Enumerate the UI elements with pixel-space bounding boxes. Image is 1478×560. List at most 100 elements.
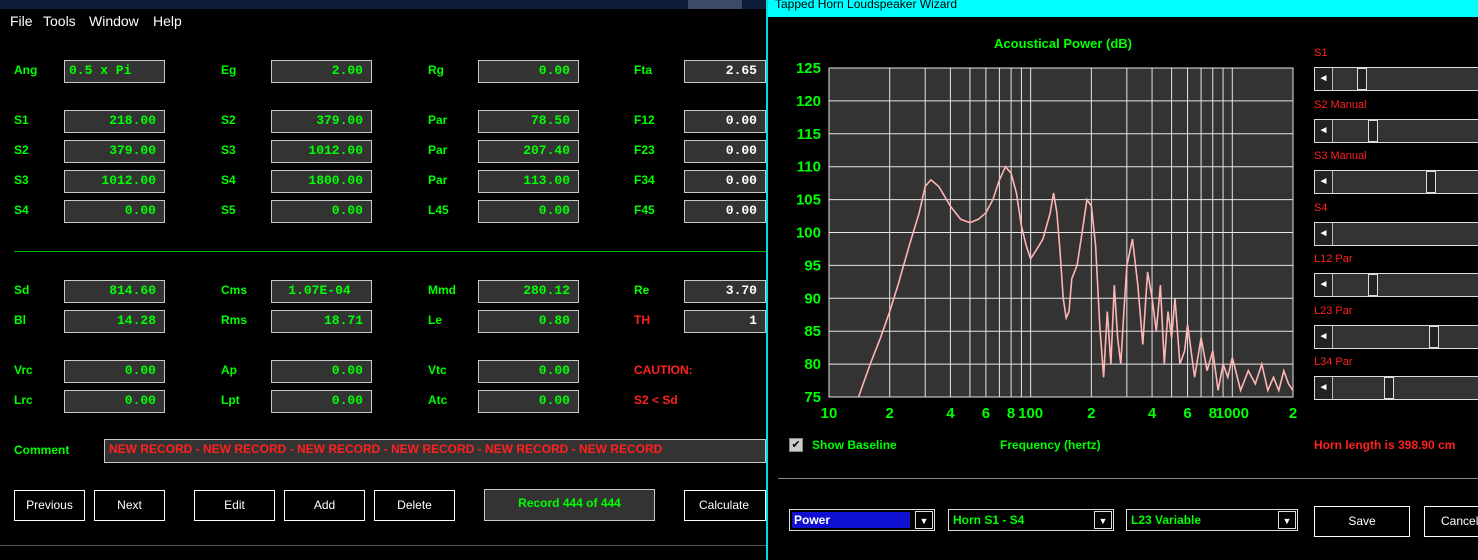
left-arrow-icon[interactable]: ◄ [1315, 171, 1333, 193]
x-tick-label: 6 [1183, 405, 1191, 422]
save-button[interactable]: Save [1314, 506, 1410, 537]
app-titlebar [0, 0, 766, 9]
label-lpt: Lpt [221, 393, 240, 407]
cancel-button[interactable]: Cancel [1424, 506, 1478, 537]
delete-button[interactable]: Delete [374, 490, 455, 521]
field-f12[interactable]: 0.00 [684, 110, 766, 133]
slider-thumb[interactable] [1383, 377, 1394, 399]
slider-thumb[interactable] [1428, 325, 1439, 348]
field-fta[interactable]: 2.65 [684, 60, 766, 83]
field-eg[interactable]: 2.00 [271, 60, 372, 83]
field-s3[interactable]: 1012.00 [271, 140, 372, 163]
slider-3[interactable]: ◄ [1314, 221, 1478, 246]
left-arrow-icon[interactable]: ◄ [1315, 119, 1333, 142]
x-tick-label: 8 [1007, 405, 1015, 422]
field-ang[interactable]: 0.5 x Pi [64, 60, 165, 83]
field-f34[interactable]: 0.00 [684, 170, 766, 193]
field-vrc[interactable]: 0.00 [64, 360, 165, 383]
label-f12: F12 [634, 113, 655, 127]
menu-window[interactable]: Window [89, 13, 139, 29]
label-f34: F34 [634, 173, 655, 187]
field-s4b[interactable]: 0.00 [64, 200, 165, 223]
x-tick-label: 2 [886, 405, 894, 422]
field-re[interactable]: 3.70 [684, 280, 766, 303]
divider [14, 251, 766, 252]
horn-select-value: Horn S1 - S4 [953, 513, 1025, 527]
slider-1[interactable]: ◄ [1314, 118, 1478, 143]
slider-6[interactable]: ◄ [1314, 376, 1478, 400]
l23-select[interactable]: L23 Variable ▼ [1126, 509, 1298, 531]
slider-2[interactable]: ◄ [1314, 170, 1478, 194]
field-sd[interactable]: 814.60 [64, 280, 165, 303]
wizard-divider [778, 478, 1478, 479]
comment-field[interactable]: NEW RECORD - NEW RECORD - NEW RECORD - N… [104, 439, 766, 463]
field-l45[interactable]: 0.00 [478, 200, 579, 223]
y-tick-label: 115 [797, 126, 821, 143]
field-rg[interactable]: 0.00 [478, 60, 579, 83]
slider-thumb[interactable] [1368, 119, 1379, 142]
caution-message: S2 < Sd [634, 393, 678, 407]
field-th[interactable]: 1 [684, 310, 766, 333]
field-bl[interactable]: 14.28 [64, 310, 165, 333]
menu-help[interactable]: Help [153, 13, 182, 29]
field-f23[interactable]: 0.00 [684, 140, 766, 163]
field-s3b[interactable]: 1012.00 [64, 170, 165, 193]
left-arrow-icon[interactable]: ◄ [1315, 325, 1333, 348]
label-par2: Par [428, 143, 448, 157]
titlebar-button[interactable] [688, 0, 742, 9]
field-par2[interactable]: 207.40 [478, 140, 579, 163]
field-ap[interactable]: 0.00 [271, 360, 372, 383]
frequency-label: Frequency (hertz) [1000, 438, 1101, 452]
field-s2[interactable]: 379.00 [271, 110, 372, 133]
horn-select[interactable]: Horn S1 - S4 ▼ [948, 509, 1114, 531]
show-baseline-checkbox[interactable]: ✔ [789, 438, 803, 452]
chevron-down-icon[interactable]: ▼ [1278, 511, 1296, 529]
field-s4[interactable]: 1800.00 [271, 170, 372, 193]
caution-label: CAUTION: [634, 363, 693, 377]
power-select[interactable]: Power ▼ [789, 509, 935, 531]
power-select-value: Power [792, 512, 910, 528]
label-lrc: Lrc [14, 393, 33, 407]
left-arrow-icon[interactable]: ◄ [1315, 274, 1333, 296]
y-tick-label: 125 [796, 60, 821, 77]
field-par1[interactable]: 78.50 [478, 110, 579, 133]
chevron-down-icon[interactable]: ▼ [1094, 511, 1112, 529]
field-par3[interactable]: 113.00 [478, 170, 579, 193]
label-mmd: Mmd [428, 283, 456, 297]
label-bl: Bl [14, 313, 26, 327]
label-par1: Par [428, 113, 448, 127]
add-button[interactable]: Add [284, 490, 365, 521]
field-s1[interactable]: 218.00 [64, 110, 165, 133]
previous-button[interactable]: Previous [14, 490, 85, 521]
field-atc[interactable]: 0.00 [478, 390, 579, 413]
field-f45[interactable]: 0.00 [684, 200, 766, 223]
field-s2b[interactable]: 379.00 [64, 140, 165, 163]
field-rms[interactable]: 18.71 [271, 310, 372, 333]
slider-4[interactable]: ◄ [1314, 273, 1478, 297]
menu-file[interactable]: File [10, 13, 33, 29]
field-lrc[interactable]: 0.00 [64, 390, 165, 413]
slider-5[interactable]: ◄ [1314, 324, 1478, 349]
left-arrow-icon[interactable]: ◄ [1315, 68, 1333, 90]
next-button[interactable]: Next [94, 490, 165, 521]
y-tick-label: 110 [797, 159, 821, 176]
menu-tools[interactable]: Tools [43, 13, 76, 29]
field-vtc[interactable]: 0.00 [478, 360, 579, 383]
left-arrow-icon[interactable]: ◄ [1315, 377, 1333, 399]
slider-thumb[interactable] [1425, 171, 1436, 193]
field-le[interactable]: 0.80 [478, 310, 579, 333]
slider-0[interactable]: ◄ [1314, 67, 1478, 91]
field-lpt[interactable]: 0.00 [271, 390, 372, 413]
label-vrc: Vrc [14, 363, 33, 377]
label-f45: F45 [634, 203, 655, 217]
label-rms: Rms [221, 313, 248, 327]
slider-thumb[interactable] [1356, 68, 1367, 90]
field-s5[interactable]: 0.00 [271, 200, 372, 223]
slider-thumb[interactable] [1368, 274, 1379, 296]
calculate-button[interactable]: Calculate [684, 490, 766, 521]
chevron-down-icon[interactable]: ▼ [915, 511, 933, 529]
field-mmd[interactable]: 280.12 [478, 280, 579, 303]
field-cms[interactable]: 1.07E-04 [271, 280, 372, 303]
edit-button[interactable]: Edit [194, 490, 275, 521]
left-arrow-icon[interactable]: ◄ [1315, 222, 1333, 245]
